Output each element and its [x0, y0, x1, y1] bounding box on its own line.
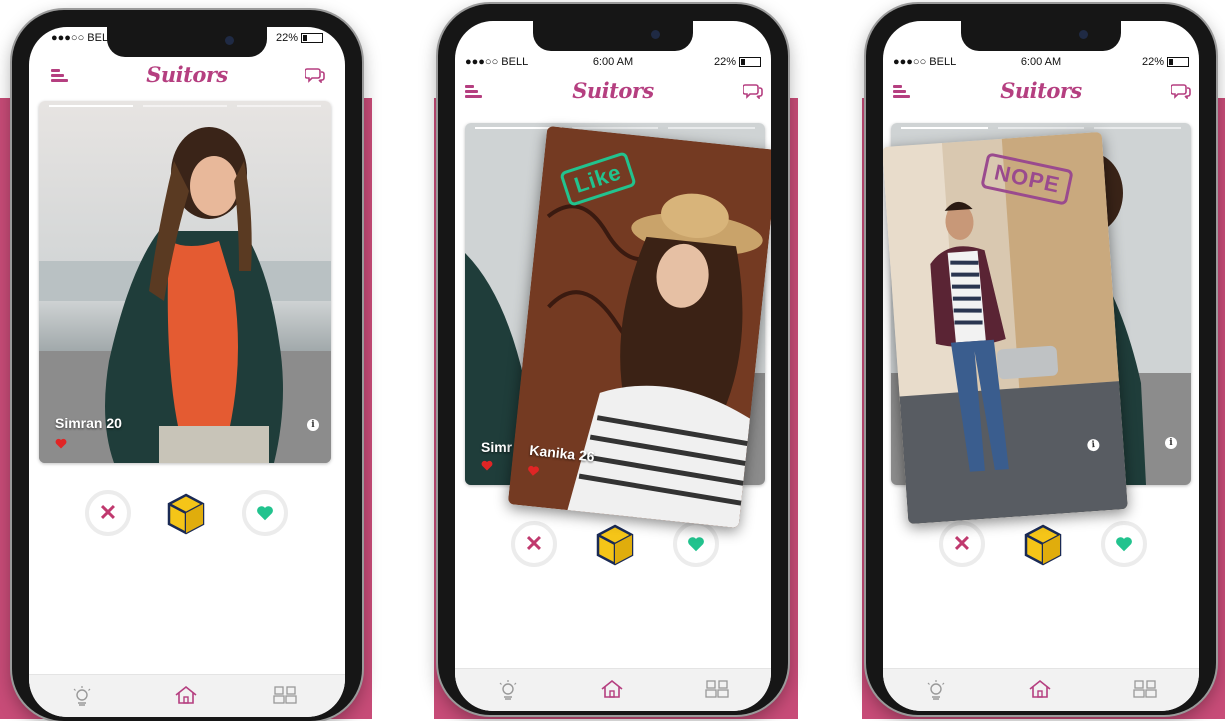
profile-photo — [507, 125, 771, 529]
heart-icon — [1116, 537, 1132, 552]
carrier-label: ●●●○○ BELL — [51, 32, 115, 44]
lightbulb-icon[interactable] — [71, 685, 93, 707]
chat-bubbles-icon[interactable] — [743, 83, 763, 99]
notch — [961, 21, 1121, 51]
app-logo: Suitors — [1000, 78, 1082, 103]
home-icon[interactable] — [174, 685, 198, 705]
home-icon[interactable] — [1028, 679, 1052, 699]
cube-icon[interactable] — [595, 524, 635, 566]
info-icon[interactable]: i — [1165, 437, 1177, 449]
like-button[interactable] — [1101, 521, 1147, 567]
people-icon[interactable] — [273, 685, 297, 705]
action-buttons: ✕ — [883, 521, 1199, 573]
battery-indicator: 22% — [276, 32, 323, 44]
people-icon[interactable] — [1133, 679, 1157, 699]
bottom-tab-bar — [883, 668, 1199, 711]
notch — [533, 21, 693, 51]
phone-screen: ●●●○○ BELL 22% Suitors Simran 20 i ✕ — [29, 27, 345, 717]
app-header: Suitors — [455, 73, 771, 107]
profile-photo — [39, 101, 331, 463]
battery-icon — [739, 57, 761, 68]
chat-bubbles-icon[interactable] — [305, 67, 325, 83]
phone-3: ●●●○○ BELL 6:00 AM 22% Suitors i i NOPE … — [866, 4, 1216, 715]
band-gap — [372, 98, 434, 719]
chat-bubbles-icon[interactable] — [1171, 83, 1191, 99]
dislike-button[interactable]: ✕ — [85, 490, 131, 536]
heart-icon — [688, 537, 704, 552]
like-button[interactable] — [673, 521, 719, 567]
app-logo: Suitors — [572, 78, 654, 103]
dislike-button[interactable]: ✕ — [511, 521, 557, 567]
heart-icon — [55, 438, 67, 449]
card-stack: Simran 20 i — [39, 101, 331, 463]
swiping-card[interactable]: Kanika 26 — [507, 125, 771, 529]
like-button[interactable] — [242, 490, 288, 536]
close-icon: ✕ — [952, 531, 972, 556]
phone-1: ●●●○○ BELL 22% Suitors Simran 20 i ✕ — [12, 10, 362, 721]
people-icon[interactable] — [705, 679, 729, 699]
heart-icon — [528, 465, 539, 476]
cube-icon[interactable] — [166, 493, 206, 535]
lightbulb-icon[interactable] — [925, 679, 947, 701]
close-icon: ✕ — [524, 531, 544, 556]
action-buttons: ✕ — [29, 490, 345, 542]
phone-2: ●●●○○ BELL 6:00 AM 22% Suitors Simr Kani… — [438, 4, 788, 715]
photo-progress — [49, 105, 321, 107]
phone-screen: ●●●○○ BELL 6:00 AM 22% Suitors i i NOPE … — [883, 21, 1199, 711]
home-icon[interactable] — [600, 679, 624, 699]
battery-icon — [1167, 57, 1189, 68]
battery-indicator: 22% — [714, 56, 761, 68]
status-bar: ●●●○○ BELL 6:00 AM 22% — [455, 51, 771, 75]
info-icon[interactable]: i — [307, 419, 319, 431]
notch — [107, 27, 267, 57]
battery-label: 22% — [275, 32, 298, 44]
bottom-tab-bar — [455, 668, 771, 711]
status-bar: ●●●○○ BELL 6:00 AM 22% — [883, 51, 1199, 75]
profile-name: Simr — [481, 439, 513, 455]
app-header: Suitors — [29, 57, 345, 91]
battery-indicator: 22% — [1142, 56, 1189, 68]
profile-name: Simran 20 — [55, 415, 122, 431]
phone-screen: ●●●○○ BELL 6:00 AM 22% Suitors Simr Kani… — [455, 21, 771, 711]
cube-icon[interactable] — [1023, 524, 1063, 566]
photo-progress — [901, 127, 1182, 129]
battery-label: 22% — [1141, 56, 1164, 68]
lightbulb-icon[interactable] — [497, 679, 519, 701]
bottom-tab-bar — [29, 674, 345, 717]
battery-icon — [301, 33, 323, 44]
heart-icon — [481, 460, 493, 471]
battery-label: 22% — [713, 56, 736, 68]
action-buttons: ✕ — [455, 521, 771, 573]
heart-icon — [257, 506, 273, 521]
app-logo: Suitors — [146, 62, 228, 87]
band-gap — [798, 98, 862, 719]
profile-card[interactable]: Simran 20 i — [39, 101, 331, 463]
dislike-button[interactable]: ✕ — [939, 521, 985, 567]
app-header: Suitors — [883, 73, 1199, 107]
photo-progress — [475, 127, 756, 129]
close-icon: ✕ — [98, 500, 118, 525]
